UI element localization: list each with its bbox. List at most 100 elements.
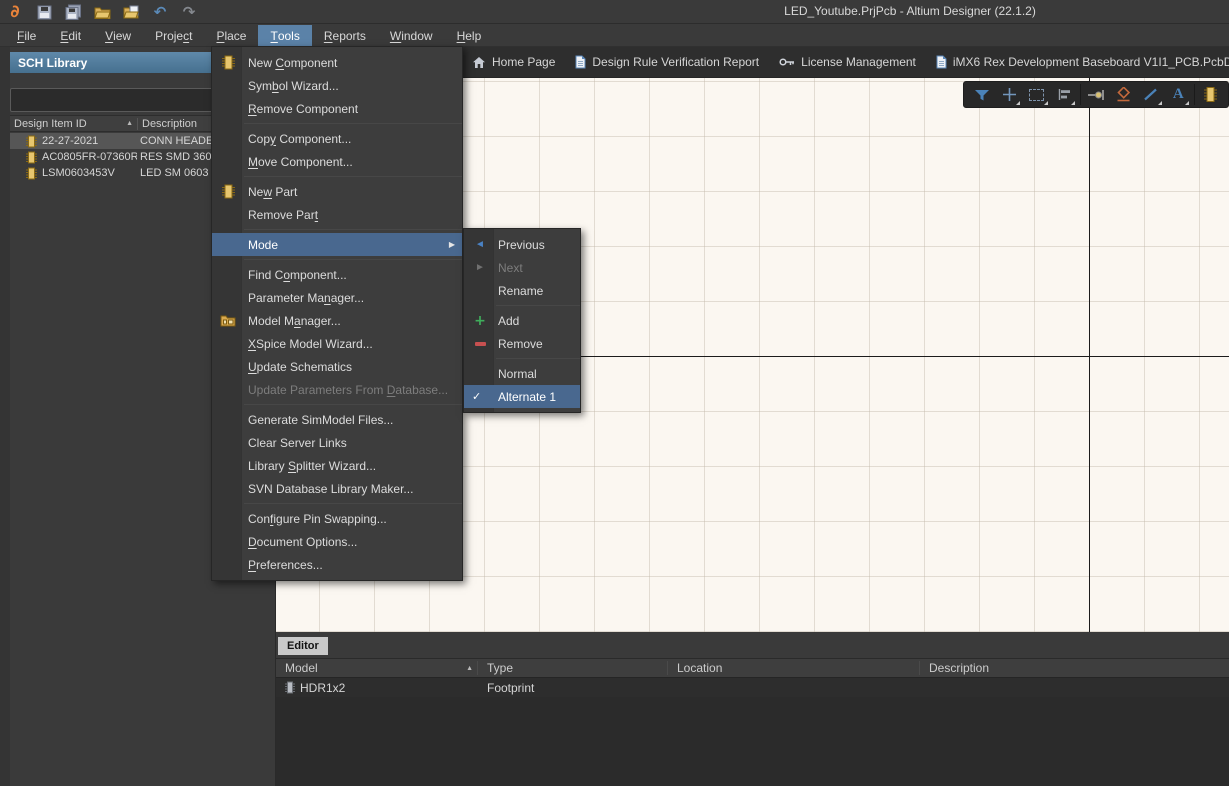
menu-item-xspice-model-wizard[interactable]: XSpice Model Wizard...	[212, 332, 462, 355]
design-item-id: LSM0603453V	[42, 167, 137, 179]
open-document-button[interactable]	[120, 2, 142, 22]
save-icon	[37, 5, 52, 20]
line-icon	[1143, 88, 1158, 101]
selection-cursor-button[interactable]	[997, 83, 1021, 106]
model-manager-icon	[218, 314, 238, 327]
menu-item-generate-simmodel-files[interactable]: Generate SimModel Files...	[212, 408, 462, 431]
model-row[interactable]: HDR1x2 Footprint	[276, 678, 1229, 697]
align-icon	[1057, 88, 1072, 101]
previous-arrow-icon: ◄	[470, 239, 490, 250]
checkmark-icon: ✓	[472, 390, 481, 403]
menu-separator	[244, 176, 462, 177]
tools-dropdown-menu: New Component Symbol Wizard... Remove Co…	[211, 46, 463, 581]
menu-separator	[244, 404, 462, 405]
open-document-icon	[123, 5, 140, 19]
menu-project[interactable]: Project	[143, 25, 204, 46]
tab-home-page[interactable]: Home Page	[462, 47, 565, 77]
menu-separator	[244, 259, 462, 260]
place-line-button[interactable]	[1139, 83, 1163, 106]
component-icon	[26, 151, 42, 164]
document-icon	[575, 55, 586, 69]
redo-icon: ↷	[183, 3, 196, 21]
menu-item-parameter-manager[interactable]: Parameter Manager...	[212, 286, 462, 309]
save-button[interactable]	[33, 2, 55, 22]
place-pin-button[interactable]	[1084, 83, 1108, 106]
menu-item-move-component[interactable]: Move Component...	[212, 150, 462, 173]
menu-item-find-component[interactable]: Find Component...	[212, 263, 462, 286]
submenu-item-previous[interactable]: ◄ Previous	[464, 233, 580, 256]
crosshair-vertical-line	[1089, 78, 1090, 632]
menu-item-remove-component[interactable]: Remove Component	[212, 97, 462, 120]
tab-license-management[interactable]: License Management	[769, 47, 926, 77]
tab-design-rule-verification-report[interactable]: Design Rule Verification Report	[565, 47, 769, 77]
no-erc-button[interactable]	[1111, 83, 1135, 106]
component-icon	[26, 135, 42, 148]
model-type: Footprint	[487, 681, 534, 695]
menu-item-mode[interactable]: Mode ▶	[212, 233, 462, 256]
item-description: CONN HEADE	[140, 135, 213, 147]
part-icon	[1204, 86, 1217, 103]
menu-help[interactable]: Help	[445, 25, 494, 46]
menu-window[interactable]: Window	[378, 25, 445, 46]
column-design-item-id[interactable]: Design Item ID	[14, 118, 87, 130]
menu-item-new-component[interactable]: New Component	[212, 51, 462, 74]
filter-icon	[974, 89, 990, 101]
column-model: Model▲	[276, 661, 478, 675]
submenu-item-next: ► Next	[464, 256, 580, 279]
menu-item-update-parameters-from-database: Update Parameters From Database...	[212, 378, 462, 401]
menu-item-copy-component[interactable]: Copy Component...	[212, 127, 462, 150]
menu-item-configure-pin-swapping[interactable]: Configure Pin Swapping...	[212, 507, 462, 530]
place-text-button[interactable]: A	[1166, 83, 1190, 106]
next-arrow-icon: ►	[470, 262, 490, 273]
no-erc-diamond-icon	[1115, 87, 1132, 102]
component-icon	[218, 55, 238, 70]
redo-button[interactable]: ↷	[178, 2, 200, 22]
component-icon	[218, 184, 238, 199]
menu-reports[interactable]: Reports	[312, 25, 378, 46]
filter-button[interactable]	[970, 83, 994, 106]
submenu-arrow-icon: ▶	[449, 240, 455, 249]
submenu-item-normal[interactable]: Normal	[464, 362, 580, 385]
column-location: Location	[668, 661, 920, 675]
place-part-button[interactable]	[1198, 83, 1222, 106]
menu-item-symbol-wizard[interactable]: Symbol Wizard...	[212, 74, 462, 97]
menu-item-remove-part[interactable]: Remove Part	[212, 203, 462, 226]
models-table-header[interactable]: Model▲ Type Location Description	[276, 658, 1229, 678]
menu-item-preferences[interactable]: Preferences...	[212, 553, 462, 576]
plus-icon: +	[470, 313, 490, 329]
submenu-item-alternate-1[interactable]: ✓ Alternate 1	[464, 385, 580, 408]
submenu-item-remove[interactable]: Remove	[464, 332, 580, 355]
menu-place[interactable]: Place	[204, 25, 258, 46]
text-icon: A	[1173, 86, 1184, 103]
menu-item-library-splitter-wizard[interactable]: Library Splitter Wizard...	[212, 454, 462, 477]
undo-icon: ↶	[154, 3, 167, 21]
canvas-utilities-toolbar: A	[963, 81, 1229, 108]
save-all-button[interactable]	[62, 2, 84, 22]
menu-separator	[244, 123, 462, 124]
select-area-button[interactable]	[1025, 83, 1049, 106]
menu-item-svn-database-library-maker[interactable]: SVN Database Library Maker...	[212, 477, 462, 500]
undo-button[interactable]: ↶	[149, 2, 171, 22]
align-button[interactable]	[1052, 83, 1076, 106]
menu-item-model-manager[interactable]: Model Manager...	[212, 309, 462, 332]
menu-item-document-options[interactable]: Document Options...	[212, 530, 462, 553]
altium-logo-icon[interactable]: ∂	[4, 2, 26, 22]
menu-file[interactable]: File	[5, 25, 48, 46]
column-description: Description	[920, 661, 1229, 675]
open-folder-icon	[94, 6, 111, 19]
toolbar-separator	[1194, 84, 1195, 105]
document-icon	[936, 55, 947, 69]
submenu-item-rename[interactable]: Rename	[464, 279, 580, 302]
menu-item-clear-server-links[interactable]: Clear Server Links	[212, 431, 462, 454]
menu-tools[interactable]: Tools	[258, 25, 311, 46]
submenu-item-add[interactable]: + Add	[464, 309, 580, 332]
title-bar: ∂ ↶ ↷ LED_Youtube.PrjPcb - Altium Design…	[0, 0, 1229, 24]
menu-item-update-schematics[interactable]: Update Schematics	[212, 355, 462, 378]
editor-tab[interactable]: Editor	[278, 637, 328, 655]
menu-edit[interactable]: Edit	[48, 25, 93, 46]
key-icon	[779, 57, 795, 67]
tab-imx6-rex-pcbdoc[interactable]: iMX6 Rex Development Baseboard V1I1_PCB.…	[926, 47, 1229, 77]
open-button[interactable]	[91, 2, 113, 22]
menu-view[interactable]: View	[93, 25, 143, 46]
menu-item-new-part[interactable]: New Part	[212, 180, 462, 203]
